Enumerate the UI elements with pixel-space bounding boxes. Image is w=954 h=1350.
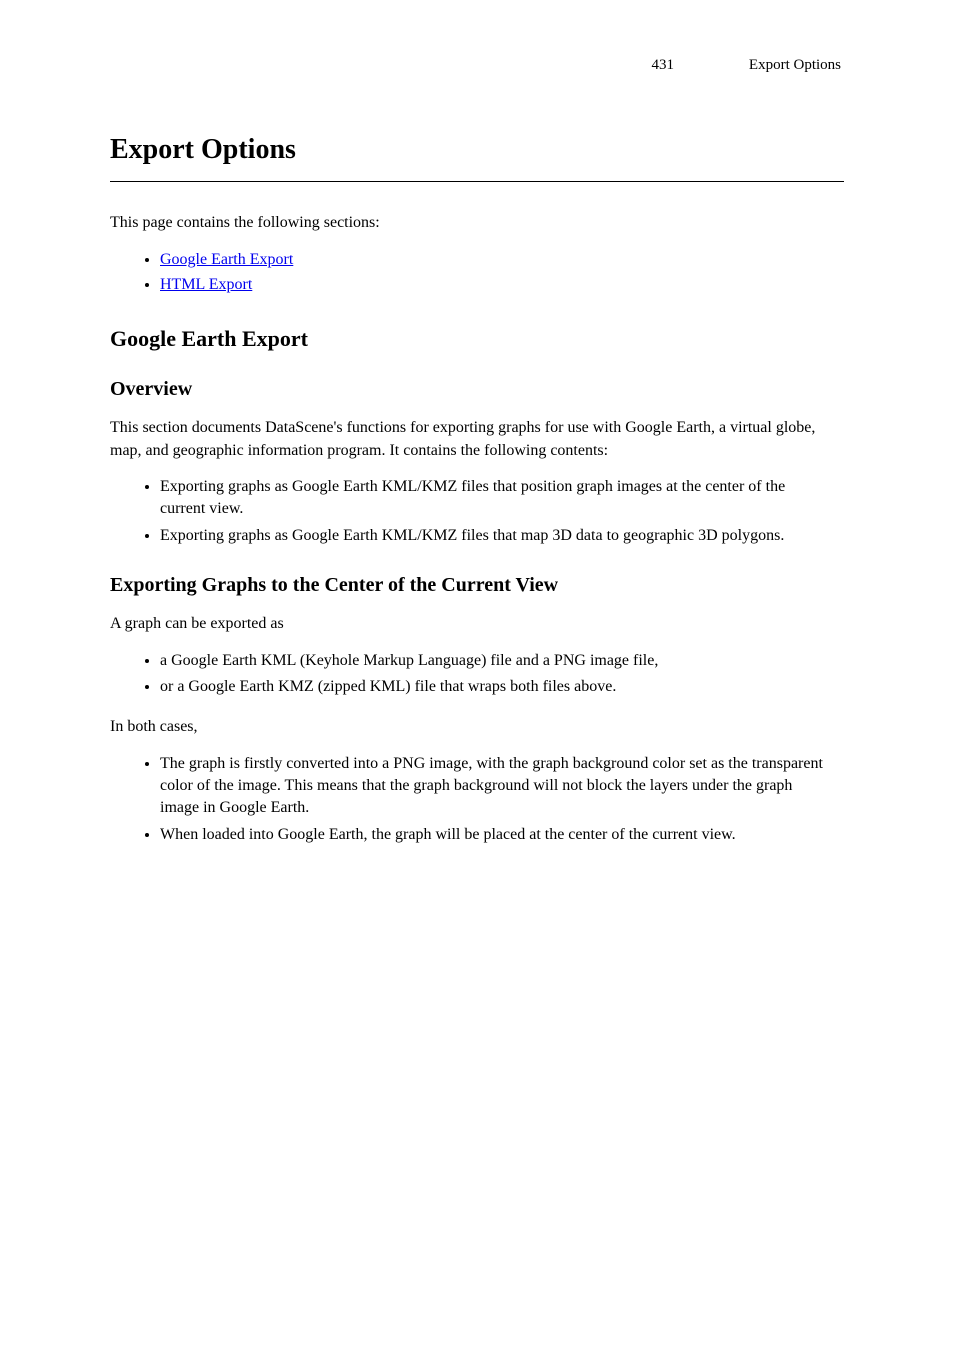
list-item: a Google Earth KML (Keyhole Markup Langu… — [160, 650, 844, 672]
list-item: or a Google Earth KMZ (zipped KML) file … — [160, 676, 844, 698]
list-item: When loaded into Google Earth, the graph… — [160, 824, 844, 846]
subsection-heading-overview: Overview — [110, 375, 844, 403]
overview-paragraph: This section documents DataScene's funct… — [110, 417, 844, 462]
overview-bullets: Exporting graphs as Google Earth KML/KMZ… — [160, 476, 844, 547]
list-item: HTML Export — [160, 274, 844, 296]
page-header-title: Export Options — [749, 55, 841, 76]
subsection-heading-center-view: Exporting Graphs to the Center of the Cu… — [110, 571, 844, 599]
list-item: Exporting graphs as Google Earth KML/KMZ… — [160, 525, 844, 547]
center-intro-paragraph: A graph can be exported as — [110, 613, 844, 635]
divider — [110, 181, 844, 182]
list-item: Google Earth Export — [160, 249, 844, 271]
toc-link-list: Google Earth Export HTML Export — [160, 249, 844, 297]
link-html-export[interactable]: HTML Export — [160, 276, 252, 293]
list-item: Exporting graphs as Google Earth KML/KMZ… — [160, 476, 844, 521]
link-google-earth-export[interactable]: Google Earth Export — [160, 251, 293, 268]
center-bullets-1: a Google Earth KML (Keyhole Markup Langu… — [160, 650, 844, 699]
list-item: The graph is firstly converted into a PN… — [160, 753, 844, 820]
chapter-title: Export Options — [110, 130, 844, 169]
center-after-paragraph: In both cases, — [110, 716, 844, 738]
section-heading-google-earth: Google Earth Export — [110, 324, 844, 355]
center-bullets-2: The graph is firstly converted into a PN… — [160, 753, 844, 847]
page-number: 431 — [652, 55, 675, 76]
intro-paragraph: This page contains the following section… — [110, 212, 844, 234]
